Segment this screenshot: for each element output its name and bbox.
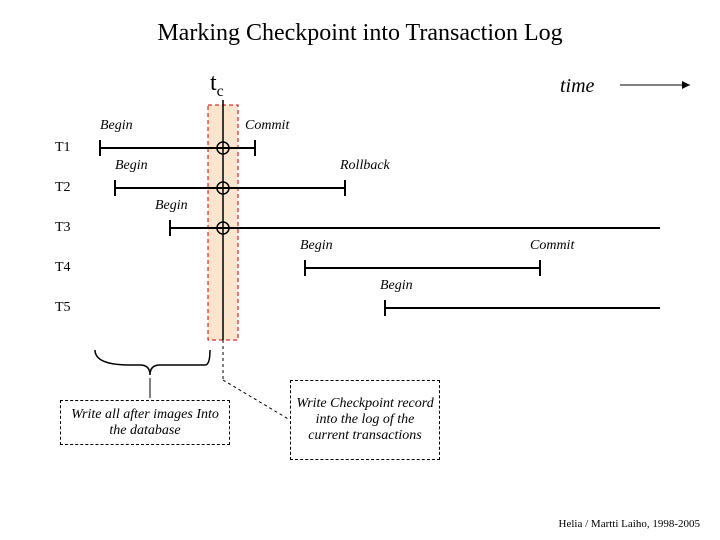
diagram-svg: [0, 0, 720, 540]
